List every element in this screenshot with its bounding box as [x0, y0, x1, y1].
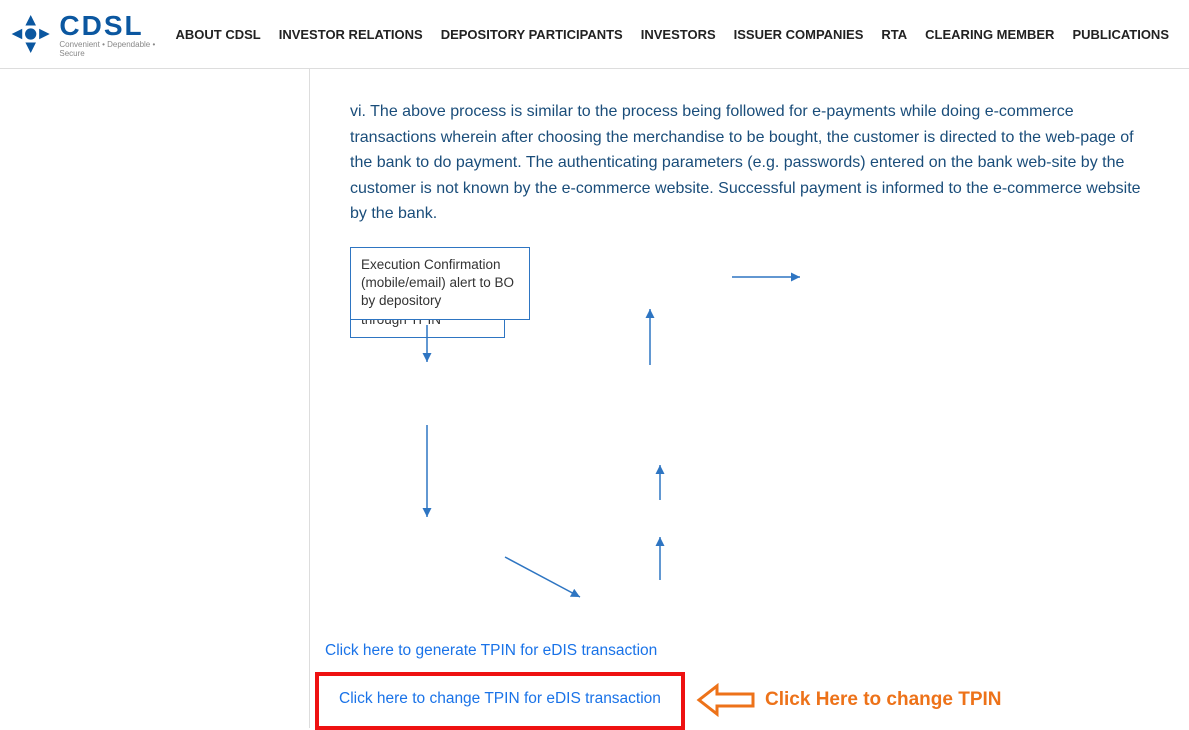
nav-investors[interactable]: INVESTORS	[641, 27, 716, 42]
process-paragraph: vi. The above process is similar to the …	[350, 99, 1159, 227]
logo-icon	[10, 12, 51, 56]
main-nav: ABOUT CDSL INVESTOR RELATIONS DEPOSITORY…	[176, 27, 1170, 42]
nav-rta[interactable]: RTA	[881, 27, 907, 42]
page-header: CDSL Convenient • Dependable • Secure AB…	[0, 0, 1189, 69]
arrow-left-icon	[695, 682, 755, 718]
logo-tagline: Convenient • Dependable • Secure	[59, 40, 175, 58]
main-content: vi. The above process is similar to the …	[0, 69, 1189, 728]
nav-publications[interactable]: PUBLICATIONS	[1072, 27, 1169, 42]
nav-about[interactable]: ABOUT CDSL	[176, 27, 261, 42]
content-area: vi. The above process is similar to the …	[310, 69, 1189, 728]
flow-diagram: Execution of transaction on broker/ DP p…	[350, 247, 1030, 627]
nav-depository-participants[interactable]: DEPOSITORY PARTICIPANTS	[441, 27, 623, 42]
logo-text: CDSL	[59, 10, 175, 42]
nav-issuer-companies[interactable]: ISSUER COMPANIES	[734, 27, 864, 42]
left-sidebar-spacer	[0, 69, 310, 728]
highlighted-link-box: Click here to change TPIN for eDIS trans…	[315, 672, 685, 730]
nav-clearing-member[interactable]: CLEARING MEMBER	[925, 27, 1054, 42]
logo-area[interactable]: CDSL Convenient • Dependable • Secure	[10, 10, 176, 58]
annotation-text: Click Here to change TPIN	[765, 689, 1002, 711]
link-change-tpin[interactable]: Click here to change TPIN for eDIS trans…	[339, 690, 661, 708]
nav-investor-relations[interactable]: INVESTOR RELATIONS	[279, 27, 423, 42]
link-generate-tpin[interactable]: Click here to generate TPIN for eDIS tra…	[325, 642, 1159, 660]
diagram-box-confirmation-alert: Execution Confirmation (mobile/email) al…	[350, 247, 530, 320]
annotation: Click Here to change TPIN	[695, 682, 1159, 718]
